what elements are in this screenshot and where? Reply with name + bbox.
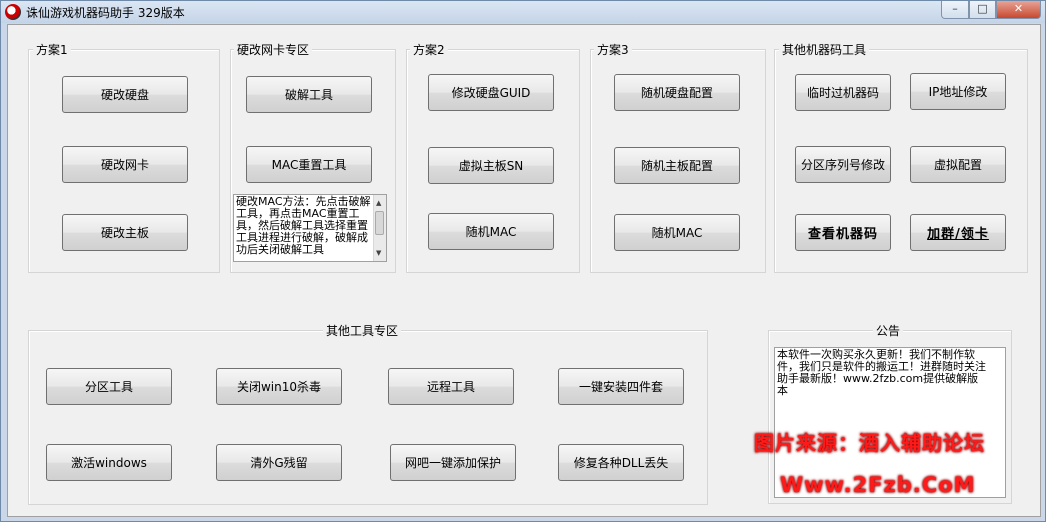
crack-tool-button[interactable]: 破解工具 bbox=[246, 76, 372, 113]
remote-tool-button[interactable]: 远程工具 bbox=[388, 368, 514, 405]
partition-serial-button[interactable]: 分区序列号修改 bbox=[795, 146, 891, 183]
watermark-url: Www.2Fzb.CoM bbox=[780, 473, 976, 497]
random-mac-button-plan2[interactable]: 随机MAC bbox=[428, 213, 554, 250]
disable-win10-av-button[interactable]: 关闭win10杀毒 bbox=[216, 368, 342, 405]
group-plan2-label: 方案2 bbox=[410, 41, 448, 58]
group-tools-label: 其他工具专区 bbox=[323, 322, 402, 339]
notice-text: 本软件一次购买永久更新！我们不制作软件，我们只是软件的搬运工！进群随时关注助手最… bbox=[777, 348, 986, 397]
window-title: 诛仙游戏机器码助手 329版本 bbox=[26, 6, 185, 20]
mac-method-text: 硬改MAC方法：先点击破解工具，再点击MAC重置工具，然后破解工具选择重置工具进… bbox=[236, 195, 371, 256]
join-group-button[interactable]: 加群/领卡 bbox=[910, 214, 1006, 251]
title-bar[interactable]: 诛仙游戏机器码助手 329版本 – □ ✕ bbox=[1, 1, 1045, 23]
temp-bypass-button[interactable]: 临时过机器码 bbox=[795, 74, 891, 111]
app-logo-icon bbox=[5, 4, 21, 20]
activate-windows-button[interactable]: 激活windows bbox=[46, 444, 172, 481]
mac-reset-tool-button[interactable]: MAC重置工具 bbox=[246, 146, 372, 183]
group-nic-label: 硬改网卡专区 bbox=[234, 41, 313, 58]
notes-scrollbar[interactable]: ▲ ▼ bbox=[373, 195, 386, 261]
random-board-config-button[interactable]: 随机主板配置 bbox=[614, 147, 740, 184]
view-machine-code-button[interactable]: 查看机器码 bbox=[795, 214, 891, 251]
clear-residue-button[interactable]: 清外G残留 bbox=[216, 444, 342, 481]
ip-address-button[interactable]: IP地址修改 bbox=[910, 73, 1006, 110]
virtual-config-button[interactable]: 虚拟配置 bbox=[910, 146, 1006, 183]
group-notice-label: 公告 bbox=[873, 322, 904, 339]
main-panel: 方案1 硬改硬盘 硬改网卡 硬改主板 硬改网卡专区 破解工具 MAC重置工具 硬… bbox=[7, 24, 1041, 517]
hardmod-disk-button[interactable]: 硬改硬盘 bbox=[62, 76, 188, 113]
minimize-button[interactable]: – bbox=[941, 1, 969, 19]
virtual-board-sn-button[interactable]: 虚拟主板SN bbox=[428, 147, 554, 184]
mac-method-notes[interactable]: 硬改MAC方法：先点击破解工具，再点击MAC重置工具，然后破解工具选择重置工具进… bbox=[233, 194, 387, 262]
scroll-up-icon[interactable]: ▲ bbox=[376, 197, 381, 209]
install-four-pack-button[interactable]: 一键安装四件套 bbox=[558, 368, 684, 405]
hardmod-board-button[interactable]: 硬改主板 bbox=[62, 214, 188, 251]
app-window: 诛仙游戏机器码助手 329版本 – □ ✕ 方案1 硬改硬盘 硬改网卡 硬改主板… bbox=[0, 0, 1046, 522]
partition-tool-button[interactable]: 分区工具 bbox=[46, 368, 172, 405]
hardmod-nic-button[interactable]: 硬改网卡 bbox=[62, 146, 188, 183]
scroll-thumb[interactable] bbox=[375, 211, 384, 235]
group-plan3-label: 方案3 bbox=[594, 41, 632, 58]
modify-disk-guid-button[interactable]: 修改硬盘GUID bbox=[428, 74, 554, 111]
scroll-down-icon[interactable]: ▼ bbox=[376, 247, 381, 259]
fix-dll-button[interactable]: 修复各种DLL丢失 bbox=[558, 444, 684, 481]
maximize-button[interactable]: □ bbox=[969, 1, 996, 19]
group-plan1-label: 方案1 bbox=[33, 41, 71, 58]
close-button[interactable]: ✕ bbox=[996, 1, 1041, 19]
watermark-source: 图片来源：酒入辅助论坛 bbox=[754, 431, 985, 455]
group-other-machine-code-label: 其他机器码工具 bbox=[779, 41, 870, 58]
random-disk-config-button[interactable]: 随机硬盘配置 bbox=[614, 74, 740, 111]
join-group-label: 加群/领卡 bbox=[927, 227, 989, 242]
random-mac-button-plan3[interactable]: 随机MAC bbox=[614, 214, 740, 251]
netcafe-protect-button[interactable]: 网吧一键添加保护 bbox=[390, 444, 516, 481]
